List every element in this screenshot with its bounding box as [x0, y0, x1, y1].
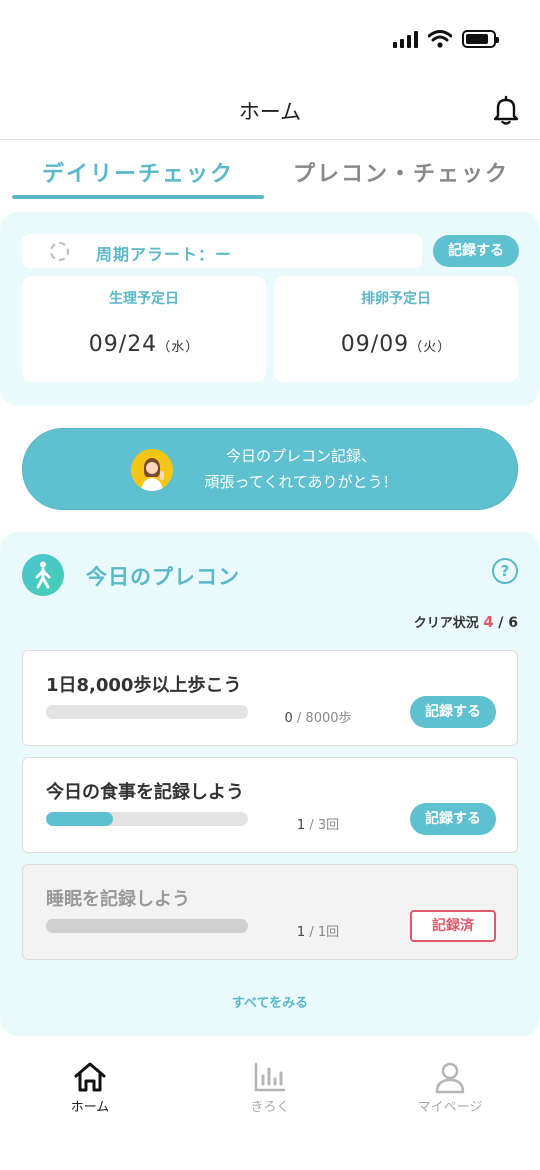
tab-bar: デイリーチェック プレコン・チェック [0, 142, 540, 202]
walking-person-icon [22, 554, 64, 596]
nav-home[interactable]: ホーム [30, 1060, 150, 1115]
home-icon [74, 1062, 106, 1092]
page-title: ホーム [238, 100, 302, 124]
status-bar [0, 0, 540, 80]
signal-icon [393, 30, 418, 48]
task-count: 0 / 8000歩 [243, 707, 393, 726]
recorded-badge: 記録済 [410, 910, 496, 942]
app-header: ホーム [0, 80, 540, 140]
task-current: 1 [296, 925, 306, 940]
clear-status-label: クリア状況 [413, 616, 479, 631]
period-date-label: 生理予定日 [109, 291, 179, 307]
task-title: 1日8,000歩以上歩こう [46, 675, 242, 696]
task-title: 今日の食事を記録しよう [46, 782, 244, 803]
clear-count: 4 [483, 613, 494, 631]
task-progress-bar [46, 812, 248, 826]
status-icons [393, 30, 499, 48]
record-button[interactable]: 記録する [410, 696, 496, 728]
character-avatar-icon [131, 449, 173, 491]
cycle-alert-label: 周期アラート：ー [96, 245, 233, 264]
task-progress-fill [46, 919, 248, 933]
cycle-section: 周期アラート：ー 記録する 生理予定日 09/24（水） 排卵予定日 09/09… [0, 212, 540, 406]
task-card-meals: 今日の食事を記録しよう 1 / 3回 記録する [22, 757, 518, 853]
task-progress-fill [46, 812, 113, 826]
task-count: 1 / 1回 [243, 921, 393, 940]
active-tab-indicator [12, 195, 264, 199]
ovulation-date-value: 09/09（火） [274, 332, 518, 357]
task-current: 1 [296, 818, 306, 833]
task-card-sleep: 睡眠を記録しよう 1 / 1回 記録済 [22, 864, 518, 960]
banner-line-2: 頑張ってくれてありがとう！ [204, 473, 398, 491]
task-target: / 1回 [309, 925, 340, 940]
today-precon-title: 今日のプレコン [86, 565, 240, 589]
banner-line-1: 今日のプレコン記録、 [225, 447, 376, 465]
banner-message: 今日のプレコン記録、 頑張ってくれてありがとう！ [191, 443, 411, 495]
bottom-nav: ホーム きろく マイページ [0, 1040, 540, 1170]
encouragement-banner[interactable]: 今日のプレコン記録、 頑張ってくれてありがとう！ [22, 428, 518, 510]
task-count: 1 / 3回 [243, 814, 393, 833]
ovulation-weekday: （火） [409, 340, 452, 355]
cycle-record-button[interactable]: 記録する [433, 235, 519, 267]
task-progress-bar [46, 919, 248, 933]
see-all-link[interactable]: すべてをみる [0, 992, 540, 1011]
tab-precon-check[interactable]: プレコン・チェック [270, 156, 532, 188]
bell-icon[interactable] [490, 94, 522, 126]
period-weekday: （水） [157, 340, 200, 355]
task-progress-bar [46, 705, 248, 719]
ovulation-date-card: 排卵予定日 09/09（火） [274, 276, 518, 382]
nav-record[interactable]: きろく [210, 1060, 330, 1115]
clear-total: / 6 [498, 615, 518, 631]
tab-daily-check[interactable]: デイリーチェック [12, 156, 264, 188]
record-button[interactable]: 記録する [410, 803, 496, 835]
ovulation-date: 09/09 [340, 332, 410, 357]
loading-circle-icon [50, 242, 69, 261]
battery-icon [462, 30, 499, 48]
task-current: 0 [284, 711, 293, 726]
bar-chart-icon [254, 1062, 286, 1092]
nav-mypage[interactable]: マイページ [390, 1060, 510, 1115]
today-precon-section: 今日のプレコン ? クリア状況 4 / 6 1日8,000歩以上歩こう 0 / … [0, 532, 540, 1036]
task-title: 睡眠を記録しよう [46, 889, 190, 910]
nav-mypage-label: マイページ [417, 1100, 483, 1115]
task-target: / 8000歩 [296, 711, 352, 726]
help-icon[interactable]: ? [492, 558, 518, 584]
cycle-alert-bar: 周期アラート：ー [22, 234, 422, 268]
period-date: 09/24 [88, 332, 158, 357]
clear-status: クリア状況 4 / 6 [414, 612, 518, 631]
ovulation-date-label: 排卵予定日 [361, 291, 431, 307]
user-icon [435, 1062, 465, 1094]
task-card-steps: 1日8,000歩以上歩こう 0 / 8000歩 記録する [22, 650, 518, 746]
period-date-card: 生理予定日 09/24（水） [22, 276, 266, 382]
period-date-value: 09/24（水） [22, 332, 266, 357]
nav-record-label: きろく [250, 1100, 290, 1115]
wifi-icon [428, 30, 452, 48]
task-target: / 3回 [309, 818, 340, 833]
nav-home-label: ホーム [70, 1100, 110, 1115]
